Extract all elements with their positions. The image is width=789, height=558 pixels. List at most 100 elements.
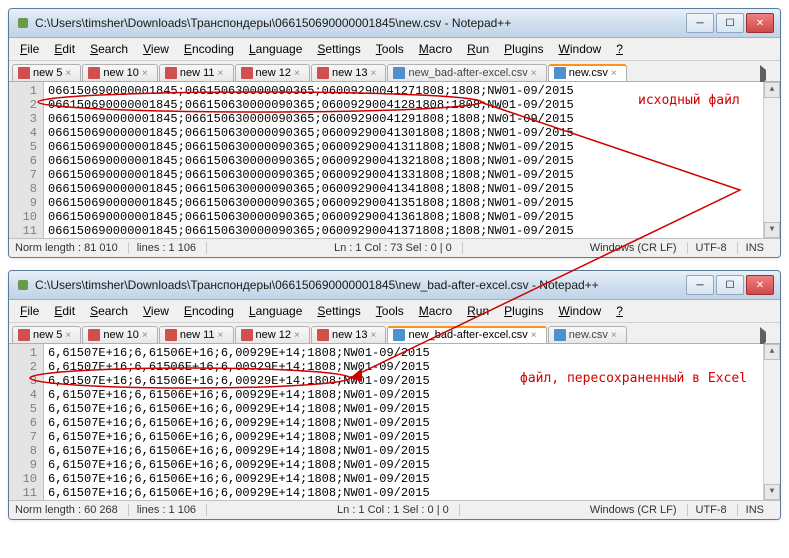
text-line[interactable]: 6,61507E+16;6,61506E+16;6,00929E+14;1808… xyxy=(48,444,759,458)
text-line[interactable]: 6,61507E+16;6,61506E+16;6,00929E+14;1808… xyxy=(48,430,759,444)
tab-close-icon[interactable]: × xyxy=(142,330,152,341)
text-line[interactable]: 6,61507E+16;6,61506E+16;6,00929E+14;1808… xyxy=(48,458,759,472)
text-line[interactable]: 6,61507E+16;6,61506E+16;6,00929E+14;1808… xyxy=(48,472,759,486)
tab-new-5[interactable]: new 5× xyxy=(12,64,81,81)
tab-new-5[interactable]: new 5× xyxy=(12,326,81,343)
titlebar[interactable]: C:\Users\timsher\Downloads\Транспондеры\… xyxy=(9,9,780,38)
unsaved-file-icon xyxy=(18,329,30,341)
menu-run[interactable]: Run xyxy=(460,302,496,320)
text-line[interactable]: 066150690000001845;066150630000090365;06… xyxy=(48,224,759,238)
tab-close-icon[interactable]: × xyxy=(611,330,621,341)
text-line[interactable]: 066150690000001845;066150630000090365;06… xyxy=(48,112,759,126)
tab-new-bad-after-excel-csv[interactable]: new_bad-after-excel.csv× xyxy=(387,64,546,81)
text-line[interactable]: 6,61507E+16;6,61506E+16;6,00929E+14;1808… xyxy=(48,360,759,374)
tab-close-icon[interactable]: × xyxy=(531,68,541,79)
scroll-down-arrow[interactable]: ▼ xyxy=(764,484,780,500)
text-content[interactable]: 066150690000001845;066150630000090365;06… xyxy=(44,82,763,238)
tab-close-icon[interactable]: × xyxy=(611,68,621,79)
tab-new-11[interactable]: new 11× xyxy=(159,326,234,343)
menu-view[interactable]: View xyxy=(136,302,176,320)
menu-?[interactable]: ? xyxy=(609,40,630,58)
close-button[interactable]: ✕ xyxy=(746,13,774,33)
menu-plugins[interactable]: Plugins xyxy=(497,302,550,320)
text-line[interactable]: 066150690000001845;066150630000090365;06… xyxy=(48,154,759,168)
tab-new-11[interactable]: new 11× xyxy=(159,64,234,81)
menu-run[interactable]: Run xyxy=(460,40,496,58)
text-line[interactable]: 066150690000001845;066150630000090365;06… xyxy=(48,98,759,112)
text-line[interactable]: 066150690000001845;066150630000090365;06… xyxy=(48,84,759,98)
text-line[interactable]: 066150690000001845;066150630000090365;06… xyxy=(48,196,759,210)
menu-settings[interactable]: Settings xyxy=(310,302,367,320)
tab-close-icon[interactable]: × xyxy=(218,68,228,79)
tab-new-10[interactable]: new 10× xyxy=(82,64,157,81)
tab-close-icon[interactable]: × xyxy=(370,68,380,79)
status-eol: Windows (CR LF) xyxy=(590,504,688,516)
editor-area[interactable]: 1234567891011 066150690000001845;0661506… xyxy=(9,82,780,238)
menu-encoding[interactable]: Encoding xyxy=(177,40,241,58)
tab-close-icon[interactable]: × xyxy=(65,68,75,79)
menu-?[interactable]: ? xyxy=(609,302,630,320)
unsaved-file-icon xyxy=(88,329,100,341)
text-line[interactable]: 066150690000001845;066150630000090365;06… xyxy=(48,210,759,224)
line-number: 9 xyxy=(11,458,37,472)
minimize-button[interactable]: ─ xyxy=(686,275,714,295)
text-line[interactable]: 6,61507E+16;6,61506E+16;6,00929E+14;1808… xyxy=(48,402,759,416)
menu-settings[interactable]: Settings xyxy=(310,40,367,58)
tabbar: new 5×new 10×new 11×new 12×new 13×new_ba… xyxy=(9,323,780,344)
menu-search[interactable]: Search xyxy=(83,40,135,58)
menu-search[interactable]: Search xyxy=(83,302,135,320)
text-line[interactable]: 6,61507E+16;6,61506E+16;6,00929E+14;1808… xyxy=(48,486,759,500)
tab-close-icon[interactable]: × xyxy=(531,330,541,341)
menu-language[interactable]: Language xyxy=(242,40,309,58)
close-button[interactable]: ✕ xyxy=(746,275,774,295)
tab-new-12[interactable]: new 12× xyxy=(235,326,310,343)
text-line[interactable]: 066150690000001845;066150630000090365;06… xyxy=(48,168,759,182)
text-line[interactable]: 6,61507E+16;6,61506E+16;6,00929E+14;1808… xyxy=(48,346,759,360)
menu-file[interactable]: File xyxy=(13,40,46,58)
text-line[interactable]: 066150690000001845;066150630000090365;06… xyxy=(48,126,759,140)
scroll-down-arrow[interactable]: ▼ xyxy=(764,222,780,238)
scroll-up-arrow[interactable]: ▲ xyxy=(764,344,780,360)
text-line[interactable]: 6,61507E+16;6,61506E+16;6,00929E+14;1808… xyxy=(48,374,759,388)
menu-file[interactable]: File xyxy=(13,302,46,320)
tab-close-icon[interactable]: × xyxy=(370,330,380,341)
tab-new-bad-after-excel-csv[interactable]: new_bad-after-excel.csv× xyxy=(387,326,546,343)
text-line[interactable]: 6,61507E+16;6,61506E+16;6,00929E+14;1808… xyxy=(48,416,759,430)
titlebar[interactable]: C:\Users\timsher\Downloads\Транспондеры\… xyxy=(9,271,780,300)
menu-view[interactable]: View xyxy=(136,40,176,58)
tab-close-icon[interactable]: × xyxy=(294,330,304,341)
menu-edit[interactable]: Edit xyxy=(47,40,82,58)
text-content[interactable]: 6,61507E+16;6,61506E+16;6,00929E+14;1808… xyxy=(44,344,763,500)
tab-new-10[interactable]: new 10× xyxy=(82,326,157,343)
menu-window[interactable]: Window xyxy=(552,302,609,320)
tab-new-13[interactable]: new 13× xyxy=(311,64,386,81)
minimize-button[interactable]: ─ xyxy=(686,13,714,33)
menu-language[interactable]: Language xyxy=(242,302,309,320)
editor-area[interactable]: 1234567891011 6,61507E+16;6,61506E+16;6,… xyxy=(9,344,780,500)
maximize-button[interactable]: ☐ xyxy=(716,275,744,295)
menu-tools[interactable]: Tools xyxy=(369,302,411,320)
menu-macro[interactable]: Macro xyxy=(412,40,459,58)
tab-new-csv[interactable]: new.csv× xyxy=(548,326,627,343)
tab-label: new.csv xyxy=(569,67,608,79)
text-line[interactable]: 066150690000001845;066150630000090365;06… xyxy=(48,182,759,196)
menu-window[interactable]: Window xyxy=(552,40,609,58)
tab-close-icon[interactable]: × xyxy=(218,330,228,341)
vertical-scrollbar[interactable]: ▲ ▼ xyxy=(763,82,780,238)
scroll-up-arrow[interactable]: ▲ xyxy=(764,82,780,98)
menu-plugins[interactable]: Plugins xyxy=(497,40,550,58)
tab-close-icon[interactable]: × xyxy=(294,68,304,79)
menu-tools[interactable]: Tools xyxy=(369,40,411,58)
text-line[interactable]: 066150690000001845;066150630000090365;06… xyxy=(48,140,759,154)
menu-edit[interactable]: Edit xyxy=(47,302,82,320)
tab-new-13[interactable]: new 13× xyxy=(311,326,386,343)
vertical-scrollbar[interactable]: ▲ ▼ xyxy=(763,344,780,500)
text-line[interactable]: 6,61507E+16;6,61506E+16;6,00929E+14;1808… xyxy=(48,388,759,402)
tab-new-12[interactable]: new 12× xyxy=(235,64,310,81)
menu-encoding[interactable]: Encoding xyxy=(177,302,241,320)
tab-close-icon[interactable]: × xyxy=(142,68,152,79)
tab-close-icon[interactable]: × xyxy=(65,330,75,341)
menu-macro[interactable]: Macro xyxy=(412,302,459,320)
tab-new-csv[interactable]: new.csv× xyxy=(548,64,627,81)
maximize-button[interactable]: ☐ xyxy=(716,13,744,33)
